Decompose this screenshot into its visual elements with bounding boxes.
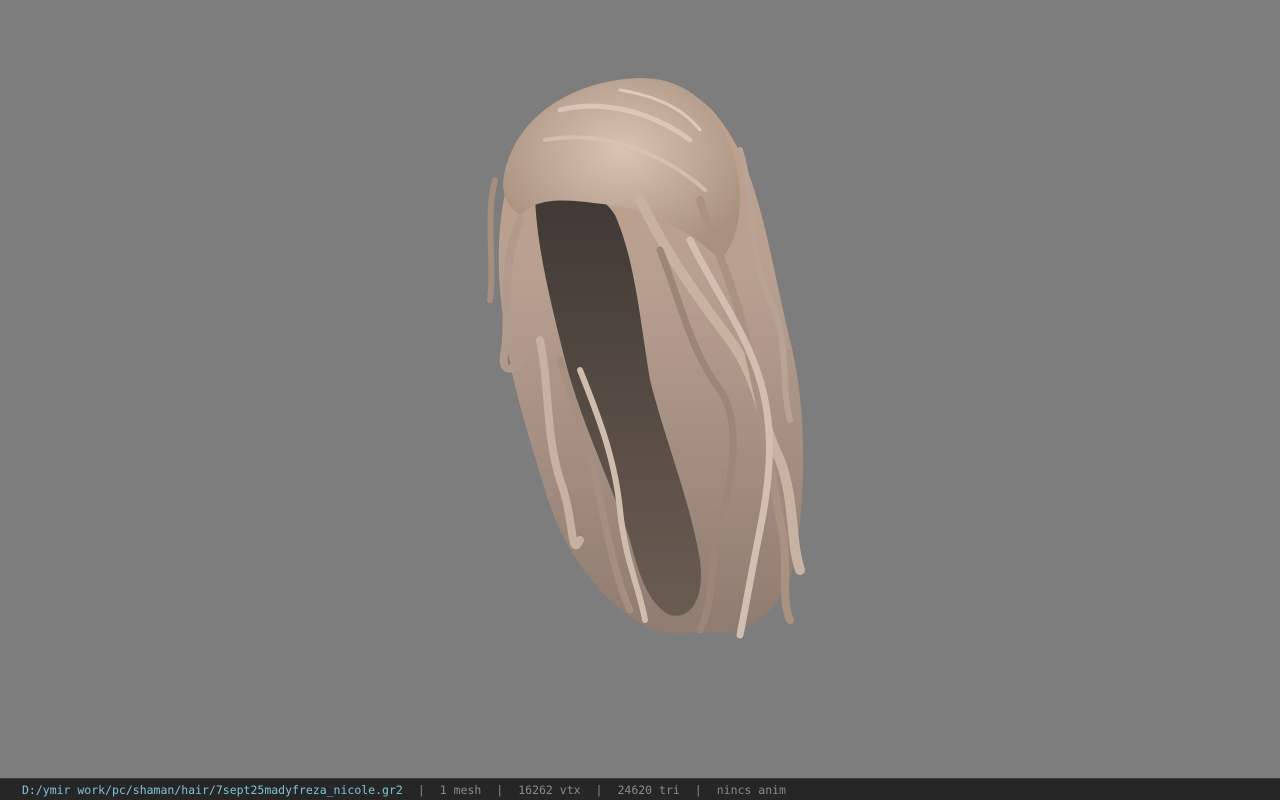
separator: |: [417, 782, 425, 797]
mesh-count: 1 mesh: [439, 782, 482, 797]
status-bar: D:/ymir work/pc/shaman/hair/7sept25madyf…: [0, 778, 1280, 800]
triangle-count: 24620 tri: [617, 782, 680, 797]
3d-viewport[interactable]: [0, 0, 1280, 778]
separator: |: [595, 782, 603, 797]
hair-model-render: [487, 78, 805, 639]
separator: |: [694, 782, 702, 797]
separator: |: [496, 782, 504, 797]
vertex-count: 16262 vtx: [518, 782, 581, 797]
anim-status: nincs anim: [716, 782, 786, 797]
file-path: D:/ymir work/pc/shaman/hair/7sept25madyf…: [22, 782, 403, 797]
